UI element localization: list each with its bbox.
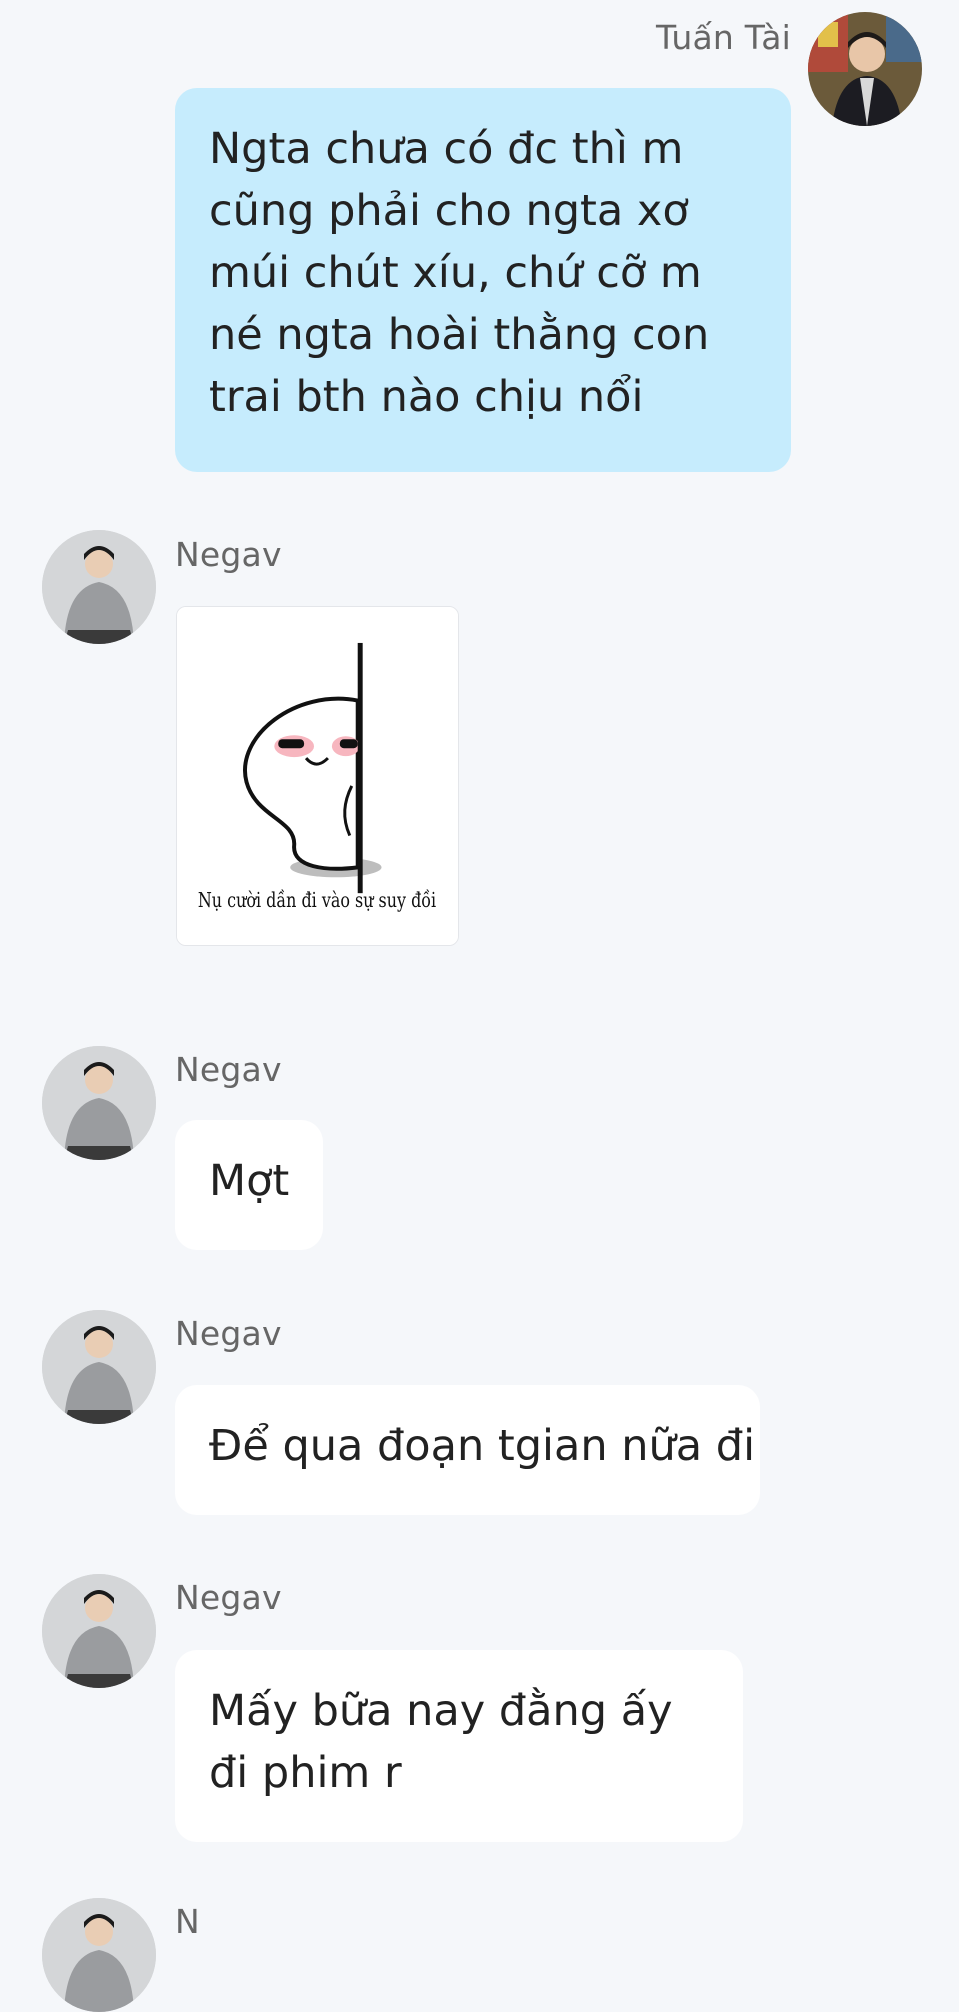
avatar[interactable]	[42, 1898, 156, 2012]
sender-name: Negav	[175, 1314, 282, 1353]
avatar-photo-icon	[42, 1574, 156, 1688]
sender-name: Negav	[175, 1050, 282, 1089]
avatar[interactable]	[808, 12, 922, 126]
sender-name: Negav	[175, 535, 282, 574]
avatar-photo-icon	[42, 530, 156, 644]
avatar-photo-icon	[808, 12, 922, 126]
sender-name: Tuấn Tài	[656, 18, 791, 57]
avatar[interactable]	[42, 1574, 156, 1688]
avatar-photo-icon	[42, 1046, 156, 1160]
avatar[interactable]	[42, 1046, 156, 1160]
message-bubble[interactable]: Để qua đoạn tgian nữa đi	[175, 1385, 760, 1515]
message-text: Mấy bữa nay đằng ấy đi phim r	[209, 1686, 673, 1798]
message-bubble[interactable]: Mấy bữa nay đằng ấy đi phim r	[175, 1650, 743, 1842]
sender-name: N	[175, 1902, 200, 1941]
sticker-caption: Nụ cười dần đi vào sự suy đồi	[198, 888, 437, 912]
sticker-image[interactable]: Nụ cười dần đi vào sự suy đồi	[176, 606, 459, 946]
message-text: Ngta chưa có đc thì m cũng phải cho ngta…	[209, 124, 710, 422]
sender-name: Negav	[175, 1578, 282, 1617]
avatar[interactable]	[42, 530, 156, 644]
message-text: Mợt	[209, 1156, 290, 1206]
message-text: Để qua đoạn tgian nữa đi	[209, 1421, 756, 1471]
avatar-photo-icon	[42, 1898, 156, 2012]
avatar[interactable]	[42, 1310, 156, 1424]
message-bubble[interactable]: Mợt	[175, 1120, 323, 1250]
avatar-photo-icon	[42, 1310, 156, 1424]
peeking-blushing-sticker-icon: Nụ cười dần đi vào sự suy đồi	[177, 607, 458, 945]
message-bubble[interactable]: Ngta chưa có đc thì m cũng phải cho ngta…	[175, 88, 791, 472]
